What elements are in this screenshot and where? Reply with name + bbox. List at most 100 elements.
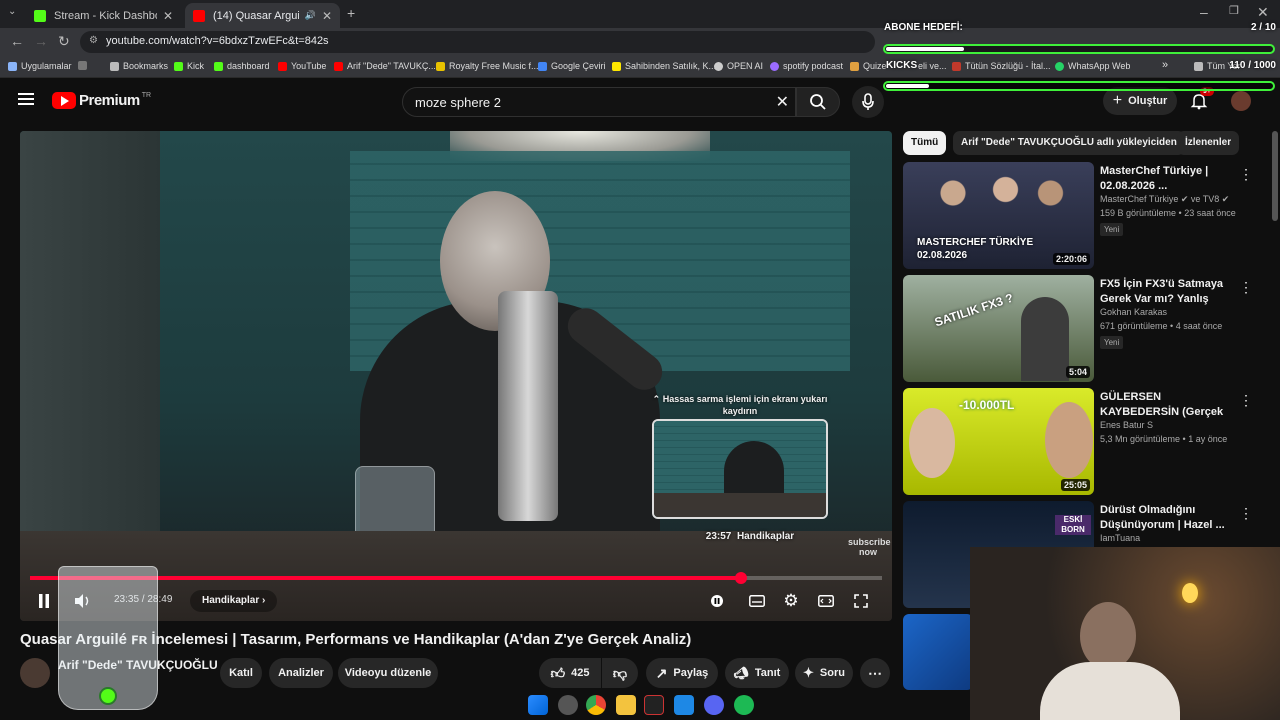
share-button[interactable]: ↗ Paylaş xyxy=(646,658,718,688)
chapter-button[interactable]: Handikaplar › xyxy=(190,590,278,612)
recommendation-channel[interactable]: IamTuana xyxy=(1100,533,1140,543)
recommendation-meta: 671 görüntüleme • 4 saat önce xyxy=(1100,321,1223,331)
subscribe-now-watermark: subscribe now xyxy=(848,537,891,557)
sparkle-icon: ✦ xyxy=(803,665,814,680)
promote-button[interactable]: 📣︎ Tanıt xyxy=(725,658,789,688)
search-button[interactable] xyxy=(796,87,840,117)
bookmark-arif[interactable]: Arif "Dede" TAVUKÇ... xyxy=(334,61,436,71)
recommendation-item[interactable]: -10.000TL 25:05 GÜLERSEN KAYBEDERSİN (Ge… xyxy=(903,388,1263,496)
reload-icon[interactable]: ↻ xyxy=(58,33,70,50)
webcam-person-head xyxy=(1080,602,1136,670)
account-avatar[interactable] xyxy=(1231,91,1251,111)
new-tab-icon[interactable]: + xyxy=(347,5,355,21)
theater-mode-icon[interactable] xyxy=(815,590,837,612)
menu-icon[interactable] xyxy=(18,93,34,105)
tab-search-icon[interactable]: ⌄ xyxy=(8,6,16,17)
discord-icon[interactable] xyxy=(704,695,724,715)
bookmark-dashboard[interactable]: dashboard xyxy=(214,61,270,71)
restore-icon[interactable]: ❐ xyxy=(1229,4,1239,17)
fullscreen-icon[interactable] xyxy=(850,590,872,612)
recommendation-title[interactable]: Dürüst Olmadığını Düşünüyorum | Hazel ..… xyxy=(1100,503,1230,533)
bookmark-royalty[interactable]: Royalty Free Music f... xyxy=(436,61,539,71)
tab-youtube-video[interactable]: (14) Quasar Arguilé ꜰʀ İncel 🔊 ✕ xyxy=(185,3,340,28)
more-actions-button[interactable]: ⋯ xyxy=(860,658,890,688)
join-button[interactable]: Katıl xyxy=(220,658,262,688)
preview-table xyxy=(654,493,826,517)
autoplay-toggle-icon[interactable] xyxy=(706,590,728,612)
kick-icon xyxy=(214,61,223,71)
like-button[interactable]: 👍︎ 425 xyxy=(539,658,601,688)
goal-title: ABONE HEDEFİ: xyxy=(884,22,963,33)
like-count: 425 xyxy=(571,667,590,679)
close-tab-icon[interactable]: ✕ xyxy=(322,9,332,23)
webcam-person-body xyxy=(1040,662,1180,720)
youtube-logo[interactable]: Premium TR xyxy=(52,92,151,109)
search-input[interactable]: moze sphere 2 ✕ xyxy=(402,87,796,117)
more-vertical-icon[interactable]: ⋮ xyxy=(1239,505,1253,522)
chip-uploader[interactable]: Arif "Dede" TAVUKÇUOĞLU adlı yükleyicide… xyxy=(953,131,1185,155)
back-icon[interactable]: ← xyxy=(10,33,24,49)
terminal-icon[interactable] xyxy=(644,695,664,715)
more-vertical-icon[interactable]: ⋮ xyxy=(1239,279,1253,296)
file-explorer-icon[interactable] xyxy=(616,695,636,715)
recommendation-title[interactable]: FX5 İçin FX3'ü Satmaya Gerek Var mı? Yan… xyxy=(1100,277,1230,307)
bookmark-apps[interactable]: Uygulamalar xyxy=(8,61,72,71)
recommendation-channel[interactable]: Enes Batur S xyxy=(1100,420,1153,430)
chip-watched[interactable]: İzlenenler xyxy=(1177,131,1240,155)
chrome-icon[interactable] xyxy=(586,695,606,715)
channel-avatar[interactable] xyxy=(20,658,50,688)
ask-button[interactable]: ✦ Soru xyxy=(795,658,853,688)
bookmark-sahibinden[interactable]: Sahibinden Satılık, K... xyxy=(612,61,716,71)
subtitles-icon[interactable] xyxy=(746,590,768,612)
star-icon xyxy=(110,61,119,71)
recommendation-thumbnail[interactable]: SATILIK FX3 ? 5:04 xyxy=(903,275,1094,382)
recommendation-thumbnail[interactable]: MASTERCHEF TÜRKİYE 02.08.2026 2:20:06 xyxy=(903,162,1094,269)
close-window-icon[interactable]: ✕ xyxy=(1257,4,1269,21)
megaphone-icon: 📣︎ xyxy=(733,666,749,680)
more-vertical-icon[interactable]: ⋮ xyxy=(1239,392,1253,409)
spotify-icon[interactable] xyxy=(734,695,754,715)
tab-kick-dashboard[interactable]: Stream - Kick Dashboard ✕ xyxy=(26,3,181,28)
play-logo-icon xyxy=(52,92,76,109)
edit-video-button[interactable]: Videoyu düzenle xyxy=(338,658,438,688)
recommendation-channel[interactable]: Gokhan Karakas xyxy=(1100,307,1167,317)
site-info-icon[interactable]: ⚙ xyxy=(89,35,98,46)
pause-icon[interactable] xyxy=(33,590,55,612)
bookmark-translate[interactable]: Google Çeviri xyxy=(538,61,606,71)
analytics-button[interactable]: Analizler xyxy=(269,658,333,688)
url-field[interactable]: ⚙ youtube.com/watch?v=6bdxzTzwEFc&t=842s xyxy=(80,31,875,53)
bookmark-youtube[interactable]: YouTube xyxy=(278,61,326,71)
translate-icon xyxy=(538,61,547,71)
thumb-caption: ESKİ BORN xyxy=(1055,515,1091,535)
settings-icon[interactable]: ⚙ xyxy=(780,590,802,612)
warning-icon xyxy=(436,61,445,71)
minimize-icon[interactable]: – xyxy=(1200,4,1208,20)
bookmark-grid[interactable] xyxy=(78,61,91,70)
forward-icon[interactable]: → xyxy=(34,33,48,49)
video-player[interactable]: subscribe now ⌃ Hassas sarma işlemi için… xyxy=(20,131,892,621)
recommendation-title[interactable]: MasterChef Türkiye | 02.08.2026 ... xyxy=(1100,164,1230,194)
close-tab-icon[interactable]: ✕ xyxy=(163,9,173,23)
recommendation-thumbnail[interactable] xyxy=(903,614,973,690)
app-icon-2[interactable] xyxy=(674,695,694,715)
recommendation-item[interactable]: MASTERCHEF TÜRKİYE 02.08.2026 2:20:06 Ma… xyxy=(903,162,1263,270)
clear-search-icon[interactable]: ✕ xyxy=(776,92,789,112)
bookmark-bookmarks[interactable]: Bookmarks xyxy=(110,61,168,71)
recommendation-thumbnail[interactable]: -10.000TL 25:05 xyxy=(903,388,1094,495)
tab-title: Stream - Kick Dashboard xyxy=(54,9,157,22)
recommendation-channel[interactable]: MasterChef Türkiye ✔ ve TV8 ✔ xyxy=(1100,194,1229,205)
bookmark-openai[interactable]: OPEN AI xyxy=(714,61,763,71)
sidebar-scrollbar[interactable] xyxy=(1272,131,1278,221)
recommendation-item[interactable]: SATILIK FX3 ? 5:04 FX5 İçin FX3'ü Satmay… xyxy=(903,275,1263,383)
stream-goal-overlay: ABONE HEDEFİ: 2 / 10 KICKS 110 / 1000 xyxy=(880,20,1278,94)
more-vertical-icon[interactable]: ⋮ xyxy=(1239,166,1253,183)
chip-all[interactable]: Tümü xyxy=(903,131,947,155)
bookmark-spotify[interactable]: spotify podcast xyxy=(770,61,843,71)
windows-start-icon[interactable] xyxy=(528,695,548,715)
notifications-button[interactable]: 9+ xyxy=(1190,87,1214,110)
dislike-button[interactable]: 👎︎ xyxy=(602,658,638,688)
speaker-icon[interactable]: 🔊 xyxy=(305,10,316,21)
recommendation-title[interactable]: GÜLERSEN KAYBEDERSİN (Gerçek Hayatta -10… xyxy=(1100,390,1230,420)
app-icon-1[interactable] xyxy=(558,695,578,715)
bookmark-kick[interactable]: Kick xyxy=(174,61,204,71)
